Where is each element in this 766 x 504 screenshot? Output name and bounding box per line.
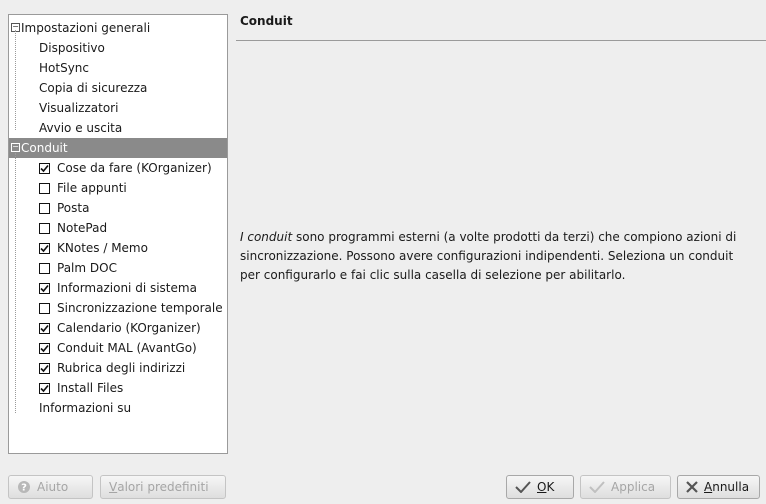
tree-item[interactable]: File appunti: [9, 178, 227, 198]
help-icon: ?: [17, 480, 31, 494]
tree-item[interactable]: − Conduit: [9, 138, 227, 158]
checkbox-checked[interactable]: [39, 383, 50, 394]
ok-label: K: [546, 480, 555, 494]
tree-item[interactable]: Avvio e uscita: [9, 118, 227, 138]
tree-item-label: Avvio e uscita: [39, 121, 123, 135]
tree-guide-line: [15, 153, 16, 413]
svg-text:?: ?: [21, 483, 27, 494]
cancel-button[interactable]: Annulla: [677, 475, 760, 499]
checkbox-checked[interactable]: [39, 323, 50, 334]
tree-item[interactable]: Informazioni su: [9, 398, 227, 418]
tree-item[interactable]: NotePad: [9, 218, 227, 238]
tree-item[interactable]: Copia di sicurezza: [9, 78, 227, 98]
check-icon: [589, 481, 605, 493]
checkbox-checked[interactable]: [39, 363, 50, 374]
title-divider: [236, 40, 766, 41]
cancel-label: nnulla: [712, 480, 750, 494]
tree-item[interactable]: Cose da fare (KOrganizer): [9, 158, 227, 178]
tree-item[interactable]: Install Files: [9, 378, 227, 398]
tree-item[interactable]: Dispositivo: [9, 38, 227, 58]
description-italic: I conduit: [240, 230, 293, 244]
checkbox-unchecked[interactable]: [39, 263, 50, 274]
ok-button[interactable]: OK: [506, 475, 574, 499]
checkbox-checked[interactable]: [39, 343, 50, 354]
checkbox-unchecked[interactable]: [39, 303, 50, 314]
tree-item-label: Dispositivo: [39, 41, 105, 55]
tree-item-label: Calendario (KOrganizer): [57, 321, 201, 335]
help-button[interactable]: ? Aiuto: [8, 475, 93, 499]
tree-item-label: Conduit: [21, 141, 68, 155]
tree-item[interactable]: KNotes / Memo: [9, 238, 227, 258]
tree-item-label: Install Files: [57, 381, 124, 395]
tree-item-label: KNotes / Memo: [57, 241, 148, 255]
tree-item-label: Informazioni su: [39, 401, 132, 415]
checkbox-unchecked[interactable]: [39, 223, 50, 234]
tree-item-label: HotSync: [39, 61, 89, 75]
defaults-label: alori predefiniti: [117, 480, 209, 494]
defaults-mnemonic: V: [109, 480, 118, 494]
tree-item-label: Impostazioni generali: [21, 21, 151, 35]
tree-item[interactable]: Sincronizzazione temporale: [9, 298, 227, 318]
tree-item[interactable]: Informazioni di sistema: [9, 278, 227, 298]
cancel-mnemonic: A: [704, 480, 713, 494]
tree-item-label: Conduit MAL (AvantGo): [57, 341, 197, 355]
tree-item[interactable]: − Impostazioni generali: [9, 18, 227, 38]
tree-item-label: Cose da fare (KOrganizer): [57, 161, 212, 175]
tree-item-label: Posta: [57, 201, 90, 215]
tree-item[interactable]: Rubrica degli indirizzi: [9, 358, 227, 378]
checkbox-unchecked[interactable]: [39, 203, 50, 214]
checkbox-unchecked[interactable]: [39, 183, 50, 194]
settings-tree[interactable]: − Impostazioni generali Dispositivo HotSync…: [8, 14, 228, 454]
tree-item[interactable]: Visualizzatori: [9, 98, 227, 118]
tree-item-label: Palm DOC: [57, 261, 117, 275]
cross-icon: [686, 481, 698, 493]
checkbox-checked[interactable]: [39, 243, 50, 254]
tree-item[interactable]: HotSync: [9, 58, 227, 78]
tree-item[interactable]: Posta: [9, 198, 227, 218]
conduit-description: I conduit sono programmi esterni (a volt…: [240, 228, 756, 285]
tree-item-label: Rubrica degli indirizzi: [57, 361, 186, 375]
defaults-button[interactable]: Valori predefiniti: [100, 475, 226, 499]
tree-item-label: NotePad: [57, 221, 108, 235]
tree-item[interactable]: Conduit MAL (AvantGo): [9, 338, 227, 358]
tree-item-label: Copia di sicurezza: [39, 81, 148, 95]
tree-guide-line: [15, 30, 16, 130]
apply-button[interactable]: Applica: [580, 475, 671, 499]
tree-item-label: Visualizzatori: [39, 101, 119, 115]
checkbox-checked[interactable]: [39, 163, 50, 174]
check-icon: [515, 481, 531, 493]
description-text: sono programmi esterni (a volte prodotti…: [240, 230, 737, 282]
page-title: Conduit: [240, 14, 293, 28]
ok-mnemonic: O: [537, 480, 547, 494]
apply-label: Applica: [611, 480, 656, 494]
help-label: Aiuto: [37, 480, 69, 494]
tree-item-label: Sincronizzazione temporale: [57, 301, 223, 315]
tree-item-label: Informazioni di sistema: [57, 281, 197, 295]
tree-item[interactable]: Calendario (KOrganizer): [9, 318, 227, 338]
tree-item[interactable]: Palm DOC: [9, 258, 227, 278]
checkbox-checked[interactable]: [39, 283, 50, 294]
collapse-icon[interactable]: −: [11, 143, 20, 152]
tree-item-label: File appunti: [57, 181, 127, 195]
